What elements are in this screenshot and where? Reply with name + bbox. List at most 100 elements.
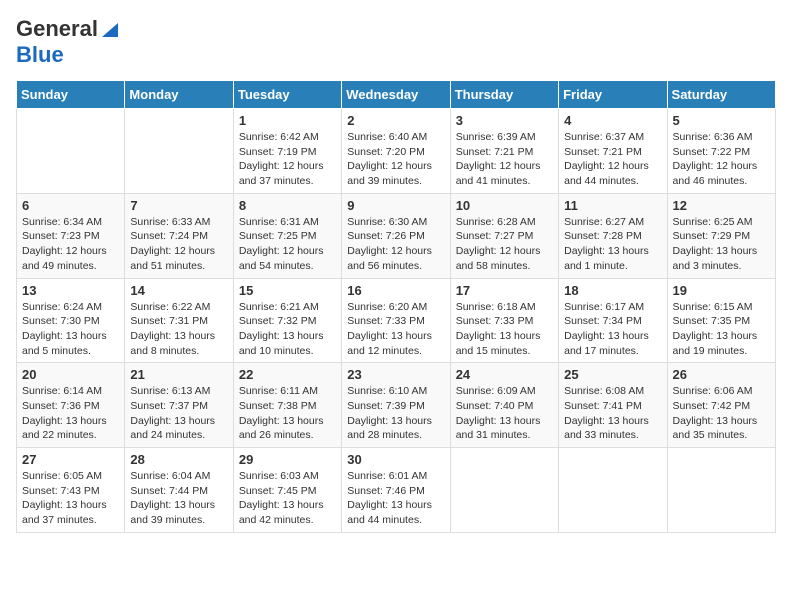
day-number: 3 <box>456 113 553 128</box>
logo-general-text: General <box>16 16 98 42</box>
calendar-cell: 3 Sunrise: 6:39 AMSunset: 7:21 PMDaylight… <box>450 109 558 194</box>
day-info: Sunrise: 6:27 AMSunset: 7:28 PMDaylight:… <box>564 215 661 274</box>
day-number: 18 <box>564 283 661 298</box>
calendar-cell: 8Sunrise: 6:31 AMSunset: 7:25 PMDaylight… <box>233 193 341 278</box>
calendar-week-row: 6 Sunrise: 6:34 AMSunset: 7:23 PMDaylight… <box>17 193 776 278</box>
weekday-header-wednesday: Wednesday <box>342 81 450 109</box>
calendar-cell: 27 Sunrise: 6:05 AMSunset: 7:43 PMDayligh… <box>17 448 125 533</box>
day-number: 12 <box>673 198 770 213</box>
day-info: Sunrise: 6:40 AMSunset: 7:20 PMDaylight:… <box>347 130 444 189</box>
calendar-week-row: 1 Sunrise: 6:42 AMSunset: 7:19 PMDaylight… <box>17 109 776 194</box>
day-number: 14 <box>130 283 227 298</box>
day-info: Sunrise: 6:24 AMSunset: 7:30 PMDaylight:… <box>22 300 119 359</box>
day-info: Sunrise: 6:09 AMSunset: 7:40 PMDaylight:… <box>456 384 553 443</box>
day-info: Sunrise: 6:04 AMSunset: 7:44 PMDaylight:… <box>130 469 227 528</box>
calendar-cell: 17 Sunrise: 6:18 AMSunset: 7:33 PMDayligh… <box>450 278 558 363</box>
day-number: 1 <box>239 113 336 128</box>
day-number: 29 <box>239 452 336 467</box>
day-number: 13 <box>22 283 119 298</box>
calendar-table: SundayMondayTuesdayWednesdayThursdayFrid… <box>16 80 776 533</box>
calendar-week-row: 27 Sunrise: 6:05 AMSunset: 7:43 PMDayligh… <box>17 448 776 533</box>
logo-triangle-icon <box>100 19 120 39</box>
day-number: 23 <box>347 367 444 382</box>
calendar-cell: 15 Sunrise: 6:21 AMSunset: 7:32 PMDayligh… <box>233 278 341 363</box>
day-number: 24 <box>456 367 553 382</box>
day-number: 19 <box>673 283 770 298</box>
weekday-header-friday: Friday <box>559 81 667 109</box>
calendar-cell <box>667 448 775 533</box>
day-number: 20 <box>22 367 119 382</box>
calendar-cell: 2 Sunrise: 6:40 AMSunset: 7:20 PMDaylight… <box>342 109 450 194</box>
day-number: 30 <box>347 452 444 467</box>
calendar-cell: 23 Sunrise: 6:10 AMSunset: 7:39 PMDayligh… <box>342 363 450 448</box>
calendar-cell <box>559 448 667 533</box>
day-number: 7 <box>130 198 227 213</box>
day-info: Sunrise: 6:05 AMSunset: 7:43 PMDaylight:… <box>22 469 119 528</box>
day-info: Sunrise: 6:25 AMSunset: 7:29 PMDaylight:… <box>673 215 770 274</box>
day-info: Sunrise: 6:06 AMSunset: 7:42 PMDaylight:… <box>673 384 770 443</box>
day-info: Sunrise: 6:39 AMSunset: 7:21 PMDaylight:… <box>456 130 553 189</box>
calendar-cell <box>450 448 558 533</box>
calendar-cell: 18 Sunrise: 6:17 AMSunset: 7:34 PMDayligh… <box>559 278 667 363</box>
calendar-cell: 29 Sunrise: 6:03 AMSunset: 7:45 PMDayligh… <box>233 448 341 533</box>
day-info: Sunrise: 6:08 AMSunset: 7:41 PMDaylight:… <box>564 384 661 443</box>
weekday-header-row: SundayMondayTuesdayWednesdayThursdayFrid… <box>17 81 776 109</box>
calendar-cell: 5Sunrise: 6:36 AMSunset: 7:22 PMDaylight… <box>667 109 775 194</box>
calendar-cell: 10 Sunrise: 6:28 AMSunset: 7:27 PMDayligh… <box>450 193 558 278</box>
calendar-cell: 14Sunrise: 6:22 AMSunset: 7:31 PMDayligh… <box>125 278 233 363</box>
day-number: 2 <box>347 113 444 128</box>
day-number: 28 <box>130 452 227 467</box>
day-info: Sunrise: 6:15 AMSunset: 7:35 PMDaylight:… <box>673 300 770 359</box>
day-number: 9 <box>347 198 444 213</box>
day-number: 25 <box>564 367 661 382</box>
day-number: 17 <box>456 283 553 298</box>
day-info: Sunrise: 6:33 AMSunset: 7:24 PMDaylight:… <box>130 215 227 274</box>
calendar-cell: 21Sunrise: 6:13 AMSunset: 7:37 PMDayligh… <box>125 363 233 448</box>
day-number: 8 <box>239 198 336 213</box>
day-info: Sunrise: 6:34 AMSunset: 7:23 PMDaylight:… <box>22 215 119 274</box>
page-header: General Blue <box>16 16 776 68</box>
calendar-cell: 6 Sunrise: 6:34 AMSunset: 7:23 PMDaylight… <box>17 193 125 278</box>
calendar-cell: 13 Sunrise: 6:24 AMSunset: 7:30 PMDayligh… <box>17 278 125 363</box>
day-number: 6 <box>22 198 119 213</box>
day-number: 22 <box>239 367 336 382</box>
calendar-cell: 16 Sunrise: 6:20 AMSunset: 7:33 PMDayligh… <box>342 278 450 363</box>
day-info: Sunrise: 6:10 AMSunset: 7:39 PMDaylight:… <box>347 384 444 443</box>
calendar-cell: 22 Sunrise: 6:11 AMSunset: 7:38 PMDayligh… <box>233 363 341 448</box>
calendar-cell: 4Sunrise: 6:37 AMSunset: 7:21 PMDaylight… <box>559 109 667 194</box>
calendar-cell <box>17 109 125 194</box>
day-info: Sunrise: 6:21 AMSunset: 7:32 PMDaylight:… <box>239 300 336 359</box>
day-number: 11 <box>564 198 661 213</box>
day-info: Sunrise: 6:18 AMSunset: 7:33 PMDaylight:… <box>456 300 553 359</box>
day-info: Sunrise: 6:17 AMSunset: 7:34 PMDaylight:… <box>564 300 661 359</box>
day-info: Sunrise: 6:30 AMSunset: 7:26 PMDaylight:… <box>347 215 444 274</box>
calendar-cell: 12 Sunrise: 6:25 AMSunset: 7:29 PMDayligh… <box>667 193 775 278</box>
weekday-header-monday: Monday <box>125 81 233 109</box>
day-info: Sunrise: 6:11 AMSunset: 7:38 PMDaylight:… <box>239 384 336 443</box>
day-number: 16 <box>347 283 444 298</box>
calendar-cell: 1 Sunrise: 6:42 AMSunset: 7:19 PMDaylight… <box>233 109 341 194</box>
day-number: 10 <box>456 198 553 213</box>
day-number: 27 <box>22 452 119 467</box>
calendar-week-row: 20 Sunrise: 6:14 AMSunset: 7:36 PMDayligh… <box>17 363 776 448</box>
calendar-week-row: 13 Sunrise: 6:24 AMSunset: 7:30 PMDayligh… <box>17 278 776 363</box>
day-info: Sunrise: 6:03 AMSunset: 7:45 PMDaylight:… <box>239 469 336 528</box>
calendar-cell: 20 Sunrise: 6:14 AMSunset: 7:36 PMDayligh… <box>17 363 125 448</box>
day-info: Sunrise: 6:42 AMSunset: 7:19 PMDaylight:… <box>239 130 336 189</box>
day-number: 21 <box>130 367 227 382</box>
calendar-cell: 24 Sunrise: 6:09 AMSunset: 7:40 PMDayligh… <box>450 363 558 448</box>
day-info: Sunrise: 6:20 AMSunset: 7:33 PMDaylight:… <box>347 300 444 359</box>
calendar-cell: 28 Sunrise: 6:04 AMSunset: 7:44 PMDayligh… <box>125 448 233 533</box>
calendar-cell: 7 Sunrise: 6:33 AMSunset: 7:24 PMDaylight… <box>125 193 233 278</box>
weekday-header-saturday: Saturday <box>667 81 775 109</box>
day-info: Sunrise: 6:28 AMSunset: 7:27 PMDaylight:… <box>456 215 553 274</box>
logo: General Blue <box>16 16 120 68</box>
day-info: Sunrise: 6:01 AMSunset: 7:46 PMDaylight:… <box>347 469 444 528</box>
weekday-header-sunday: Sunday <box>17 81 125 109</box>
day-info: Sunrise: 6:37 AMSunset: 7:21 PMDaylight:… <box>564 130 661 189</box>
day-number: 15 <box>239 283 336 298</box>
day-info: Sunrise: 6:14 AMSunset: 7:36 PMDaylight:… <box>22 384 119 443</box>
day-info: Sunrise: 6:36 AMSunset: 7:22 PMDaylight:… <box>673 130 770 189</box>
calendar-cell: 9 Sunrise: 6:30 AMSunset: 7:26 PMDaylight… <box>342 193 450 278</box>
calendar-cell: 25 Sunrise: 6:08 AMSunset: 7:41 PMDayligh… <box>559 363 667 448</box>
